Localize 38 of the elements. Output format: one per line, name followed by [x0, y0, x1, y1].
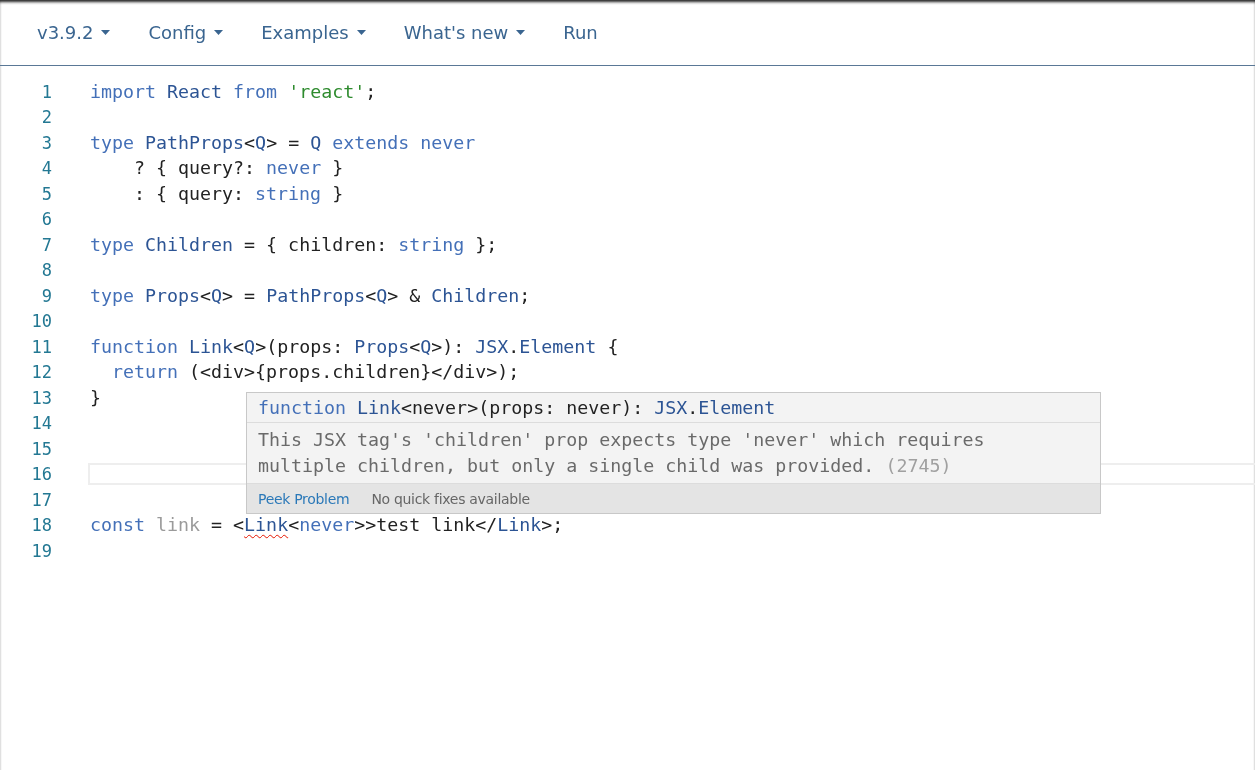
line-number: 7 [40, 234, 52, 255]
line-number: 4 [40, 158, 52, 179]
function-signature: function Link<never>(props: never): JSX.Element [247, 393, 1100, 423]
code-line: } [89, 386, 101, 409]
nav-menu[interactable]: What's new [391, 12, 538, 53]
nav-menu[interactable]: Examples [249, 12, 378, 53]
line-number: 18 [30, 515, 52, 536]
line-number: 12 [30, 362, 52, 383]
line-number: 8 [40, 260, 52, 281]
code-line: function Link<Q>(props: Props<Q>): JSX.Element { [89, 335, 619, 358]
code-line: return (<div>{props.children}</div>); [111, 361, 520, 384]
line-number: 1 [40, 81, 52, 102]
line-number: 10 [30, 311, 52, 332]
line-number: 13 [30, 387, 52, 408]
line-number: 3 [40, 132, 52, 153]
code-line: : { query: string } [133, 182, 344, 205]
line-number: 6 [40, 209, 52, 230]
peek-problem-link[interactable]: Peek Problem [258, 490, 350, 507]
nav-menu[interactable]: v3.9.2 [25, 12, 123, 53]
quick-fix-note: No quick fixes available [371, 490, 530, 507]
line-number: 17 [30, 489, 52, 510]
code-line: type Children = { children: string }; [89, 233, 498, 256]
code-line: type PathProps<Q> = Q extends never [89, 131, 476, 154]
line-number: 2 [40, 107, 52, 128]
line-number: 16 [30, 464, 52, 485]
line-number: 9 [40, 285, 52, 306]
code-line: import React from 'react'; [89, 80, 377, 103]
line-number: 11 [30, 336, 52, 357]
nav-menu[interactable]: Run [551, 12, 610, 53]
line-number: 19 [30, 540, 52, 561]
nav-menu[interactable]: Config [136, 12, 236, 53]
code-line: ? { query?: never } [133, 157, 344, 180]
code-line: type Props<Q> = PathProps<Q> & Children; [89, 284, 531, 307]
error-message: This JSX tag's 'children' prop expects type 'never' which requires multiple children, but only a single child was provided. (2745) [257, 428, 986, 478]
line-number: 15 [30, 438, 52, 459]
line-number: 5 [40, 183, 52, 204]
code-line: const link = <Link<never>>test link</Link>; [89, 514, 564, 537]
line-number: 14 [30, 413, 52, 434]
